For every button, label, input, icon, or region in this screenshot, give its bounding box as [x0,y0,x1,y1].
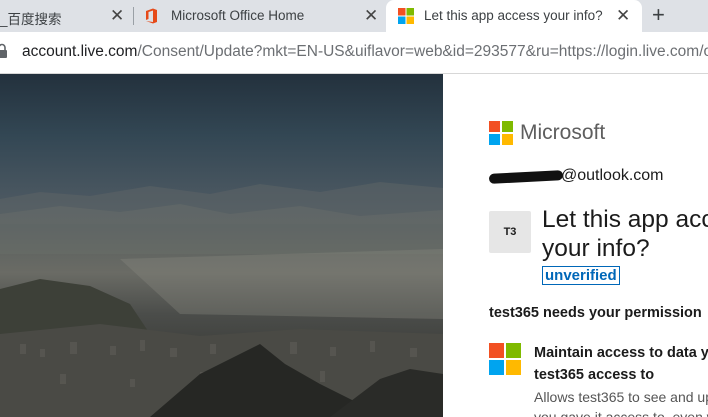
account-email: @outlook.com [561,167,664,184]
tab-consent-active[interactable]: Let this app access your info? ✕ [386,0,642,32]
url-text[interactable]: account.live.com/Consent/Update?mkt=EN-U… [22,43,708,61]
url-host: account.live.com [22,43,138,60]
tab-title: Microsoft Office Home [171,8,305,23]
app-avatar: T3 [489,211,531,253]
microsoft-logo-icon [489,121,513,145]
office-icon [146,8,157,24]
permission-description-continued: you gave it access to, even when you [534,409,708,417]
close-icon[interactable]: ✕ [364,7,378,24]
microsoft-wordmark: Microsoft [520,121,606,144]
permission-title[interactable]: Maintain access to data you have given [534,345,708,361]
tab-baidu-search[interactable]: _百度搜索 ✕ [0,0,134,32]
address-bar[interactable]: account.live.com/Consent/Update?mkt=EN-U… [0,32,708,74]
tab-strip: _百度搜索 ✕ Microsoft Office Home ✕ Let this… [0,0,708,32]
url-path: /Consent/Update?mkt=EN-US&uiflavor=web&i… [137,43,708,60]
close-icon[interactable]: ✕ [616,7,630,24]
permission-title-continued[interactable]: test365 access to [534,367,654,383]
permission-description: Allows test365 to see and update the dat… [534,389,708,405]
tab-office-home[interactable]: Microsoft Office Home ✕ [136,0,386,32]
page-title: Let this app access your info? [542,206,708,262]
new-tab-button[interactable]: + [652,4,665,26]
lock-icon [0,43,7,58]
microsoft-icon [489,343,521,375]
microsoft-icon [398,8,414,24]
background-photo [0,74,443,417]
redacted-username [488,170,564,184]
tab-separator [133,7,134,25]
rio-landscape-image [0,182,443,417]
unverified-link[interactable]: unverified [542,266,620,285]
consent-panel: Microsoft @outlook.com T3 Let this app a… [443,74,708,417]
permission-intro: test365 needs your permission [489,305,702,321]
tab-title: Let this app access your info? [424,8,603,23]
close-icon[interactable]: ✕ [110,7,124,24]
tab-title: _百度搜索 [0,12,62,27]
